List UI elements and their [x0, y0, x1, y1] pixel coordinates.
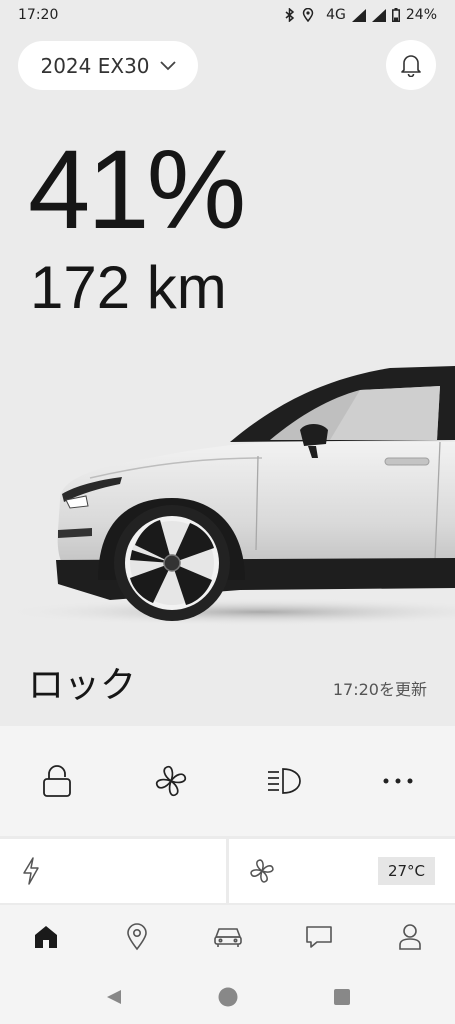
nav-map[interactable]: [91, 905, 182, 969]
system-back-button[interactable]: [105, 988, 123, 1006]
model-selector[interactable]: 2024 EX30: [18, 41, 198, 90]
charging-card[interactable]: [0, 839, 226, 903]
fan-icon: [155, 765, 186, 797]
system-navigation: [0, 969, 455, 1024]
system-home-button[interactable]: [218, 987, 238, 1007]
location-icon: [302, 8, 314, 22]
battery-level: 24%: [405, 7, 437, 23]
home-icon: [34, 926, 57, 948]
lock-icon: [42, 765, 71, 797]
home-circle-icon: [218, 987, 237, 1006]
more-button[interactable]: [341, 726, 455, 836]
signal-icon: [371, 8, 386, 22]
info-cards: 27°C: [0, 839, 455, 903]
battery-percentage: 41%: [28, 127, 246, 252]
bluetooth-icon: [285, 8, 295, 22]
last-updated: 17:20を更新: [332, 680, 427, 699]
range-remaining: 172 km: [30, 254, 227, 321]
battery-icon: [391, 8, 400, 22]
back-icon: [106, 989, 121, 1004]
bottom-navigation: [0, 905, 455, 969]
more-icon: [383, 778, 413, 784]
lightning-icon: [23, 857, 39, 885]
user-icon: [398, 924, 421, 950]
system-recents-button[interactable]: [333, 988, 351, 1006]
status-bar: 17:20 4G 24%: [0, 0, 455, 30]
car-icon: [213, 928, 242, 947]
lock-status: ロック: [28, 665, 137, 706]
climate-button[interactable]: [114, 726, 228, 836]
map-pin-icon: [126, 923, 147, 951]
nav-messages[interactable]: [273, 905, 364, 969]
chat-icon: [305, 926, 332, 948]
model-name: 2024 EX30: [40, 53, 150, 78]
nav-profile[interactable]: [364, 905, 455, 969]
car-image: [0, 366, 455, 626]
quick-actions-bar: [0, 726, 455, 836]
bell-icon: [401, 55, 421, 77]
chevron-down-icon: [159, 60, 176, 70]
headlight-icon: [268, 768, 302, 794]
status-icons: 4G 24%: [284, 7, 437, 23]
lock-button[interactable]: [0, 726, 114, 836]
fan-icon: [250, 859, 274, 883]
signal-icon: [351, 8, 366, 22]
headlights-button[interactable]: [228, 726, 342, 836]
climate-card[interactable]: 27°C: [229, 839, 455, 903]
nav-car[interactable]: [182, 905, 273, 969]
nav-home[interactable]: [0, 905, 91, 969]
temperature-badge: 27°C: [377, 857, 435, 885]
recents-icon: [333, 988, 350, 1005]
network-type: 4G: [326, 7, 346, 23]
notifications-button[interactable]: [386, 40, 436, 90]
status-time: 17:20: [18, 7, 59, 23]
